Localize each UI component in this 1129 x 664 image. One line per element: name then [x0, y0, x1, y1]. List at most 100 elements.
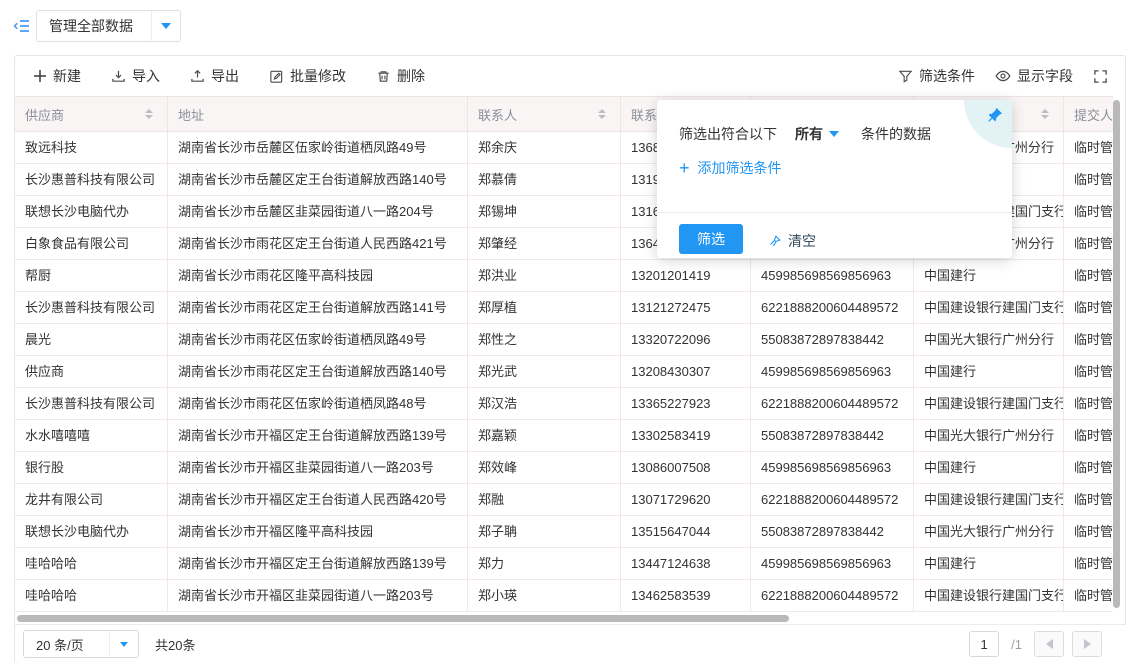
- export-icon: [190, 69, 205, 84]
- add-filter-condition-link[interactable]: + 添加筛选条件: [679, 158, 782, 178]
- new-button[interactable]: 新建: [33, 66, 81, 86]
- cell-address: 湖南省长沙市雨花区伍家岭街道栖凤路48号: [168, 388, 468, 419]
- filter-rule-sentence: 筛选出符合以下 所有 条件的数据: [679, 124, 931, 144]
- table-row[interactable]: 哇哈哈哈湖南省长沙市开福区定王台街道解放西路139号郑力134471246384…: [15, 548, 1113, 580]
- column-header-supplier[interactable]: 供应商: [15, 97, 168, 131]
- cell-bank: 中国建设银行建国门支行: [914, 388, 1064, 419]
- cell-submitter: 临时管: [1064, 260, 1113, 291]
- export-button[interactable]: 导出: [190, 66, 239, 86]
- cell-bank: 中国建行: [914, 260, 1064, 291]
- filter-mode-select[interactable]: 所有: [795, 124, 839, 144]
- cell-bank: 中国建设银行建国门支行: [914, 484, 1064, 515]
- cell-phone: 13086007508: [621, 452, 751, 483]
- batch-edit-button[interactable]: 批量修改: [269, 66, 346, 86]
- cell-phone: 13447124638: [621, 548, 751, 579]
- table-row[interactable]: 长沙惠普科技有限公司湖南省长沙市雨花区定王台街道解放西路141号郑厚植13121…: [15, 292, 1113, 324]
- cell-contact: 郑小瑛: [468, 580, 621, 611]
- cell-submitter: 临时管: [1064, 324, 1113, 355]
- cell-account: 6221888200604489572: [751, 292, 914, 323]
- cell-supplier: 致远科技: [15, 132, 168, 163]
- cell-contact: 郑锡坤: [468, 196, 621, 227]
- import-button[interactable]: 导入: [111, 66, 160, 86]
- new-button-label: 新建: [53, 66, 81, 86]
- table-row[interactable]: 晨光湖南省长沙市雨花区伍家岭街道栖凤路49号郑性之133207220965508…: [15, 324, 1113, 356]
- cell-address: 湖南省长沙市岳麓区伍家岭街道栖凤路49号: [168, 132, 468, 163]
- column-label-submitter: 提交人: [1074, 105, 1113, 124]
- table-row[interactable]: 联想长沙电脑代办湖南省长沙市开福区隆平高科技园郑子聃13515647044550…: [15, 516, 1113, 548]
- clear-filter-label: 清空: [788, 231, 816, 251]
- sort-icon[interactable]: [598, 109, 606, 119]
- filter-mode-value: 所有: [795, 124, 823, 144]
- cell-submitter: 临时管: [1064, 548, 1113, 579]
- pagination-bar: 20 条/页 共20条 /1: [15, 624, 1126, 663]
- total-count-label: 共20条: [155, 635, 195, 654]
- fullscreen-button[interactable]: [1093, 69, 1108, 84]
- table-row[interactable]: 帮厨湖南省长沙市雨花区隆平高科技园郑洪业13201201419459985698…: [15, 260, 1113, 292]
- clear-filter-button[interactable]: 清空: [767, 231, 816, 251]
- cell-supplier: 长沙惠普科技有限公司: [15, 388, 168, 419]
- cell-contact: 郑慕倩: [468, 164, 621, 195]
- delete-icon: [376, 69, 391, 84]
- delete-button-label: 删除: [397, 66, 425, 86]
- clear-icon: [767, 234, 782, 249]
- sort-icon[interactable]: [145, 109, 153, 119]
- page-size-select[interactable]: 20 条/页: [23, 630, 139, 658]
- page-number-input[interactable]: [969, 631, 999, 657]
- horizontal-scrollbar[interactable]: [17, 615, 789, 622]
- cell-phone: 13515647044: [621, 516, 751, 547]
- cell-bank: 中国建设银行建国门支行: [914, 580, 1064, 611]
- cell-submitter: 临时管: [1064, 516, 1113, 547]
- cell-address: 湖南省长沙市岳麓区韭菜园街道八一路204号: [168, 196, 468, 227]
- chevron-down-icon: [829, 131, 839, 137]
- cell-bank: 中国光大银行广州分行: [914, 516, 1064, 547]
- cell-account: 55083872897838442: [751, 516, 914, 547]
- toolbar-left-group: 新建 导入 导出 批量修改 删除: [33, 66, 425, 86]
- vertical-scrollbar[interactable]: [1113, 100, 1120, 608]
- display-fields-button[interactable]: 显示字段: [995, 66, 1073, 86]
- cell-account: 459985698569856963: [751, 548, 914, 579]
- table-row[interactable]: 水水嘻嘻嘻湖南省长沙市开福区定王台街道解放西路139号郑嘉颖1330258341…: [15, 420, 1113, 452]
- table-row[interactable]: 供应商湖南省长沙市雨花区定王台街道解放西路140号郑光武132084303074…: [15, 356, 1113, 388]
- import-button-label: 导入: [132, 66, 160, 86]
- page-next-icon: [1084, 639, 1091, 649]
- cell-submitter: 临时管: [1064, 228, 1113, 259]
- cell-phone: 13320722096: [621, 324, 751, 355]
- table-row[interactable]: 银行股湖南省长沙市开福区韭菜园街道八一路203号郑效峰1308600750845…: [15, 452, 1113, 484]
- cell-phone: 13462583539: [621, 580, 751, 611]
- cell-submitter: 临时管: [1064, 484, 1113, 515]
- cell-address: 湖南省长沙市开福区隆平高科技园: [168, 516, 468, 547]
- column-header-submitter: 提交人: [1064, 97, 1113, 131]
- view-selector[interactable]: 管理全部数据: [36, 10, 181, 42]
- cell-contact: 郑力: [468, 548, 621, 579]
- column-header-contact[interactable]: 联系人: [468, 97, 621, 131]
- cell-phone: 13208430307: [621, 356, 751, 387]
- table-row[interactable]: 长沙惠普科技有限公司湖南省长沙市雨花区伍家岭街道栖凤路48号郑汉浩1336522…: [15, 388, 1113, 420]
- cell-address: 湖南省长沙市开福区定王台街道解放西路139号: [168, 548, 468, 579]
- prev-page-button[interactable]: [1034, 631, 1064, 657]
- cell-supplier: 哇哈哈哈: [15, 580, 168, 611]
- cell-address: 湖南省长沙市雨花区伍家岭街道栖凤路49号: [168, 324, 468, 355]
- cell-contact: 郑光武: [468, 356, 621, 387]
- pushpin-icon[interactable]: [985, 107, 1003, 130]
- cell-bank: 中国建设银行建国门支行: [914, 292, 1064, 323]
- cell-account: 459985698569856963: [751, 356, 914, 387]
- cell-submitter: 临时管: [1064, 356, 1113, 387]
- next-page-button[interactable]: [1072, 631, 1102, 657]
- cell-contact: 郑肇经: [468, 228, 621, 259]
- column-label-contact: 联系人: [478, 105, 517, 124]
- export-button-label: 导出: [211, 66, 239, 86]
- cell-account: 459985698569856963: [751, 260, 914, 291]
- table-row[interactable]: 哇哈哈哈湖南省长沙市开福区韭菜园街道八一路203号郑小瑛134625835396…: [15, 580, 1113, 612]
- table-row[interactable]: 龙井有限公司湖南省长沙市开福区定王台街道人民西路420号郑融1307172962…: [15, 484, 1113, 516]
- sort-icon[interactable]: [1041, 109, 1049, 119]
- plus-icon: +: [679, 161, 690, 175]
- cell-address: 湖南省长沙市雨花区定王台街道解放西路141号: [168, 292, 468, 323]
- cell-contact: 郑厚植: [468, 292, 621, 323]
- apply-filter-button[interactable]: 筛选: [679, 224, 743, 254]
- chevron-down-icon: [109, 631, 138, 657]
- chevron-down-icon: [151, 11, 180, 41]
- delete-button[interactable]: 删除: [376, 66, 425, 86]
- cell-supplier: 长沙惠普科技有限公司: [15, 292, 168, 323]
- collapse-menu-icon[interactable]: [13, 17, 31, 35]
- filter-conditions-button[interactable]: 筛选条件: [898, 66, 975, 86]
